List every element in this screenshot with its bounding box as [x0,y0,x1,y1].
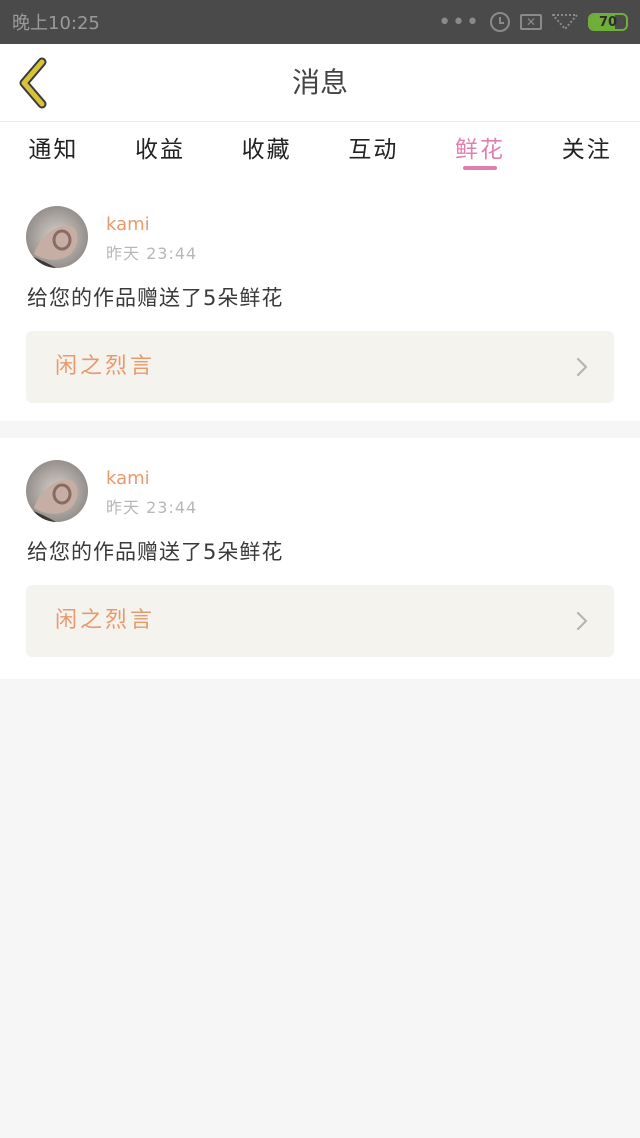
work-link[interactable]: 闲之烈言 [26,585,614,657]
avatar[interactable] [26,206,88,268]
tab-follows[interactable]: 关注 [533,122,640,184]
more-dots-icon: ••• [438,9,480,35]
message-text: 给您的作品赠送了5朵鲜花 [27,286,284,310]
tab-label: 鲜花 [455,137,506,163]
chevron-right-icon [576,611,588,631]
work-title: 闲之烈言 [55,354,156,379]
battery-level: 70 [598,14,618,30]
message-time: 昨天 23:44 [106,498,198,517]
tab-earnings[interactable]: 收益 [107,122,214,184]
tab-label: 收益 [135,137,185,163]
chevron-right-icon [576,357,588,377]
work-title: 闲之烈言 [55,608,156,633]
tab-favorites[interactable]: 收藏 [213,122,320,184]
page-title: 消息 [291,66,348,99]
message-time: 昨天 23:44 [106,244,198,263]
tab-label: 通知 [28,137,79,163]
tab-label: 收藏 [241,137,292,163]
nav-bar: 消息 [0,44,640,122]
tab-bar: 通知 收益 收藏 互动 鲜花 关注 [0,122,640,184]
user-name[interactable]: kami [106,214,150,235]
tab-interactions[interactable]: 互动 [320,122,427,184]
tab-label: 关注 [561,137,612,163]
message-card: kami 昨天 23:44 给您的作品赠送了5朵鲜花 闲之烈言 [0,184,640,421]
tab-notifications[interactable]: 通知 [0,122,107,184]
alarm-icon [490,12,510,32]
avatar[interactable] [26,460,88,522]
signal-icon [552,14,578,31]
user-avatar-image [26,460,88,522]
work-link[interactable]: 闲之烈言 [26,331,614,403]
message-text: 给您的作品赠送了5朵鲜花 [27,540,284,564]
message-card: kami 昨天 23:44 给您的作品赠送了5朵鲜花 闲之烈言 [0,438,640,679]
tab-flowers[interactable]: 鲜花 [427,122,534,184]
status-bar: 晚上10:25 ••• ✕ 70 [0,0,640,44]
active-tab-indicator [463,166,498,170]
tab-label: 互动 [348,137,399,163]
user-name[interactable]: kami [106,468,150,489]
battery-icon: 70 [588,13,628,31]
status-icons: ••• ✕ 70 [438,10,628,35]
user-avatar-image [26,206,88,268]
no-sim-icon: ✕ [520,14,542,30]
status-time: 晚上10:25 [12,13,100,34]
